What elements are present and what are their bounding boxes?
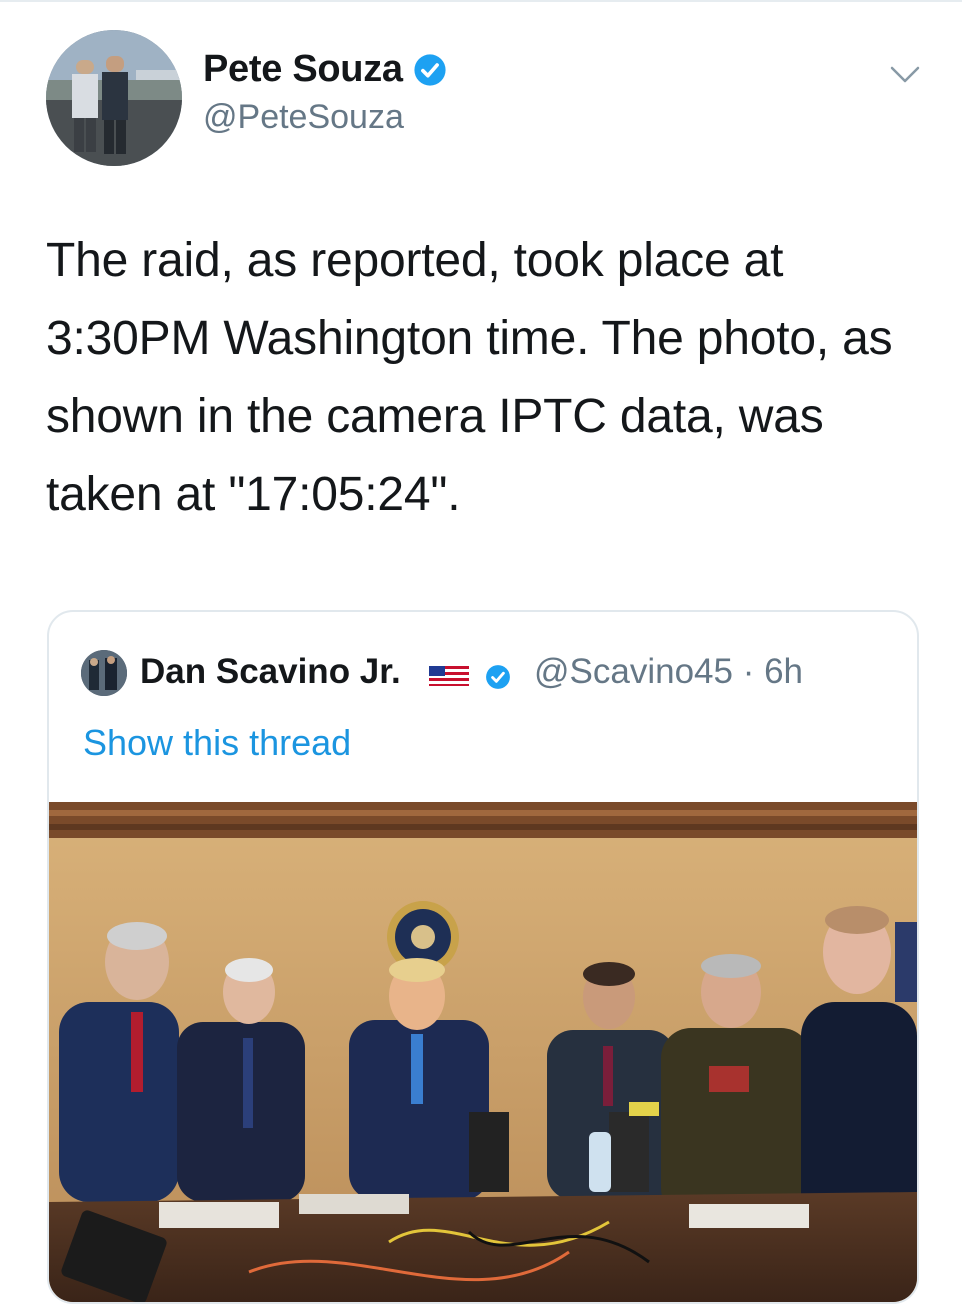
verified-badge-icon <box>486 665 510 689</box>
quoted-avatar[interactable] <box>81 650 127 696</box>
display-name[interactable]: Pete Souza <box>203 48 403 91</box>
us-flag-icon <box>429 666 469 686</box>
author-name-row[interactable]: Pete Souza <box>203 48 447 91</box>
quoted-handle-time[interactable]: @Scavino45 · 6h <box>534 652 803 692</box>
author-handle[interactable]: @PeteSouza <box>203 98 404 137</box>
situation-room-photo[interactable] <box>49 802 917 1302</box>
quoted-tweet-card[interactable]: Dan Scavino Jr. @Scavino45 · 6h Show thi… <box>47 610 919 1304</box>
show-thread-link[interactable]: Show this thread <box>83 722 351 764</box>
chevron-down-icon[interactable] <box>888 62 922 88</box>
verified-badge-icon <box>414 53 446 86</box>
quoted-display-name[interactable]: Dan Scavino Jr. <box>140 652 401 692</box>
top-divider <box>0 0 962 2</box>
tweet-text: The raid, as reported, took place at 3:3… <box>46 234 893 521</box>
profile-avatar[interactable] <box>46 30 182 166</box>
